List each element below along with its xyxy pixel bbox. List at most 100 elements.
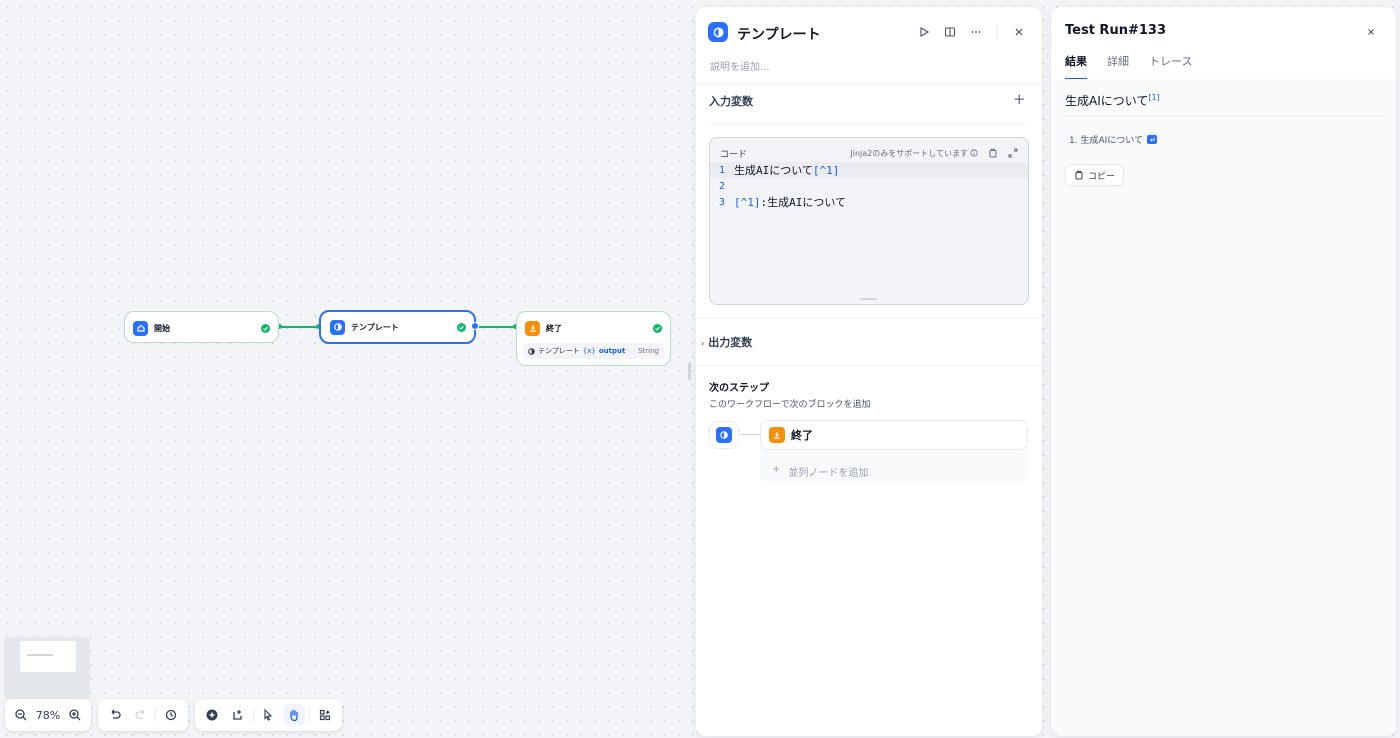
backref-icon[interactable] bbox=[1147, 135, 1157, 144]
hand-mode-button[interactable] bbox=[283, 704, 306, 726]
output-variable: テンプレート {x} output String bbox=[523, 343, 664, 359]
toolbar-divider bbox=[309, 708, 311, 722]
next-step-item[interactable]: 終了 bbox=[760, 420, 1028, 450]
success-icon bbox=[261, 323, 270, 333]
play-icon bbox=[920, 27, 930, 37]
result-body: 生成AIについて[1] 1. 生成AIについて コピー bbox=[1051, 79, 1396, 736]
end-icon bbox=[769, 427, 785, 443]
section-divider bbox=[696, 365, 1042, 366]
expand-icon[interactable] bbox=[1008, 148, 1018, 158]
undo-button[interactable] bbox=[104, 704, 126, 726]
code-ref: [^1] bbox=[812, 163, 840, 177]
node-title: テンプレート bbox=[351, 322, 399, 332]
add-next-handle[interactable] bbox=[471, 322, 479, 330]
result-heading: 生成AIについて[1] bbox=[1065, 92, 1160, 109]
edge-start-template bbox=[279, 326, 319, 328]
success-icon bbox=[457, 322, 466, 332]
toolbar-divider bbox=[252, 708, 254, 722]
run-tabs: 結果 詳細 トレース bbox=[1065, 53, 1192, 80]
add-block-button[interactable] bbox=[201, 704, 223, 726]
copy-label: コピー bbox=[1088, 171, 1116, 182]
zoom-in-icon bbox=[69, 709, 81, 721]
footnote-text: 1. 生成AIについて bbox=[1069, 136, 1143, 146]
tab-result[interactable]: 結果 bbox=[1065, 53, 1087, 80]
output-variables-title: 出力変数 bbox=[708, 336, 753, 349]
end-icon bbox=[525, 320, 540, 336]
close-panel-button[interactable] bbox=[1008, 21, 1030, 43]
line-number: 2 bbox=[719, 180, 726, 192]
add-parallel-label: 並列ノードを追加 bbox=[788, 468, 869, 479]
redo-icon bbox=[134, 709, 144, 719]
copy-button[interactable]: コピー bbox=[1065, 164, 1125, 186]
more-button[interactable] bbox=[965, 21, 987, 43]
line-number: 3 bbox=[719, 196, 726, 208]
history-toolbar bbox=[98, 699, 188, 731]
panel-resize-handle[interactable] bbox=[688, 362, 691, 380]
node-end[interactable]: 終了 テンプレート {x} output String bbox=[516, 311, 671, 366]
variable-badge: {x} bbox=[582, 347, 596, 355]
section-divider bbox=[696, 83, 1042, 84]
copy-icon[interactable] bbox=[988, 148, 998, 158]
organize-blocks-button[interactable] bbox=[314, 704, 336, 726]
close-icon bbox=[1015, 28, 1023, 36]
cursor-icon bbox=[264, 708, 273, 721]
info-icon[interactable] bbox=[970, 149, 978, 157]
editor-resize-handle[interactable] bbox=[860, 298, 877, 300]
variable-type: String bbox=[638, 347, 659, 355]
result-divider bbox=[1065, 116, 1384, 117]
add-note-button[interactable] bbox=[227, 704, 249, 726]
node-start[interactable]: 開始 bbox=[124, 311, 279, 343]
next-step-connector bbox=[740, 434, 760, 435]
zoom-level[interactable]: 78% bbox=[35, 709, 62, 722]
variable-name: output bbox=[598, 347, 626, 355]
tab-detail[interactable]: 詳細 bbox=[1107, 53, 1129, 80]
jinja-hint: Jinja2のみをサポートしています bbox=[850, 148, 968, 158]
history-button[interactable] bbox=[160, 704, 182, 726]
code-line: 1 生成AIについて [^1] bbox=[710, 162, 1028, 178]
code-editor[interactable]: コード Jinja2のみをサポートしています 1 生成AIについて [^1] 2… bbox=[709, 137, 1029, 305]
minimap[interactable] bbox=[4, 637, 90, 699]
undo-icon bbox=[111, 709, 121, 719]
code-editor-header: コード Jinja2のみをサポートしています bbox=[720, 146, 1018, 160]
panel-title[interactable]: テンプレート bbox=[737, 24, 821, 44]
redo-button[interactable] bbox=[130, 704, 152, 726]
run-title: Test Run#133 bbox=[1065, 23, 1166, 38]
input-variables-title: 入力変数 bbox=[709, 95, 753, 108]
variable-source: テンプレート bbox=[538, 347, 580, 355]
success-icon bbox=[653, 323, 662, 333]
node-template[interactable]: テンプレート bbox=[319, 310, 476, 344]
tools-toolbar bbox=[195, 699, 342, 731]
copy-icon bbox=[1075, 170, 1083, 180]
template-icon bbox=[708, 22, 728, 42]
chevron-right-icon: › bbox=[701, 339, 705, 348]
next-step-list: 終了 + 並列ノードを追加 bbox=[760, 420, 1028, 482]
add-parallel-node-button[interactable]: + 並列ノードを追加 bbox=[772, 464, 868, 479]
current-node-icon bbox=[709, 421, 739, 449]
history-icon bbox=[166, 709, 177, 721]
zoom-in-button[interactable] bbox=[65, 704, 85, 726]
book-icon bbox=[944, 27, 956, 37]
edge-template-end bbox=[476, 326, 516, 328]
plus-circle-icon bbox=[206, 709, 218, 721]
node-title: 終了 bbox=[546, 323, 562, 333]
run-step-button[interactable] bbox=[913, 21, 935, 43]
pointer-mode-button[interactable] bbox=[258, 704, 280, 726]
template-icon bbox=[528, 347, 535, 355]
zoom-out-button[interactable] bbox=[11, 704, 31, 726]
close-icon bbox=[1368, 29, 1374, 35]
panel-actions bbox=[913, 21, 1030, 43]
toolbar-divider bbox=[155, 708, 157, 722]
layout-icon bbox=[319, 709, 331, 721]
close-run-panel-button[interactable] bbox=[1360, 21, 1382, 43]
output-variables-toggle[interactable]: › 出力変数 bbox=[701, 334, 752, 350]
zoom-out-icon bbox=[15, 709, 27, 721]
add-variable-button[interactable]: + bbox=[1013, 90, 1026, 108]
help-doc-button[interactable] bbox=[939, 21, 961, 43]
code-line: 3 [^1] :生成AIについて bbox=[710, 194, 1028, 210]
section-divider bbox=[696, 318, 1042, 319]
header-divider bbox=[997, 25, 998, 39]
tab-trace[interactable]: トレース bbox=[1149, 53, 1192, 80]
footnote-ref[interactable]: [1] bbox=[1148, 93, 1159, 102]
description-input[interactable]: 説明を追加... bbox=[710, 58, 770, 73]
code-line: 2 bbox=[710, 178, 1028, 194]
